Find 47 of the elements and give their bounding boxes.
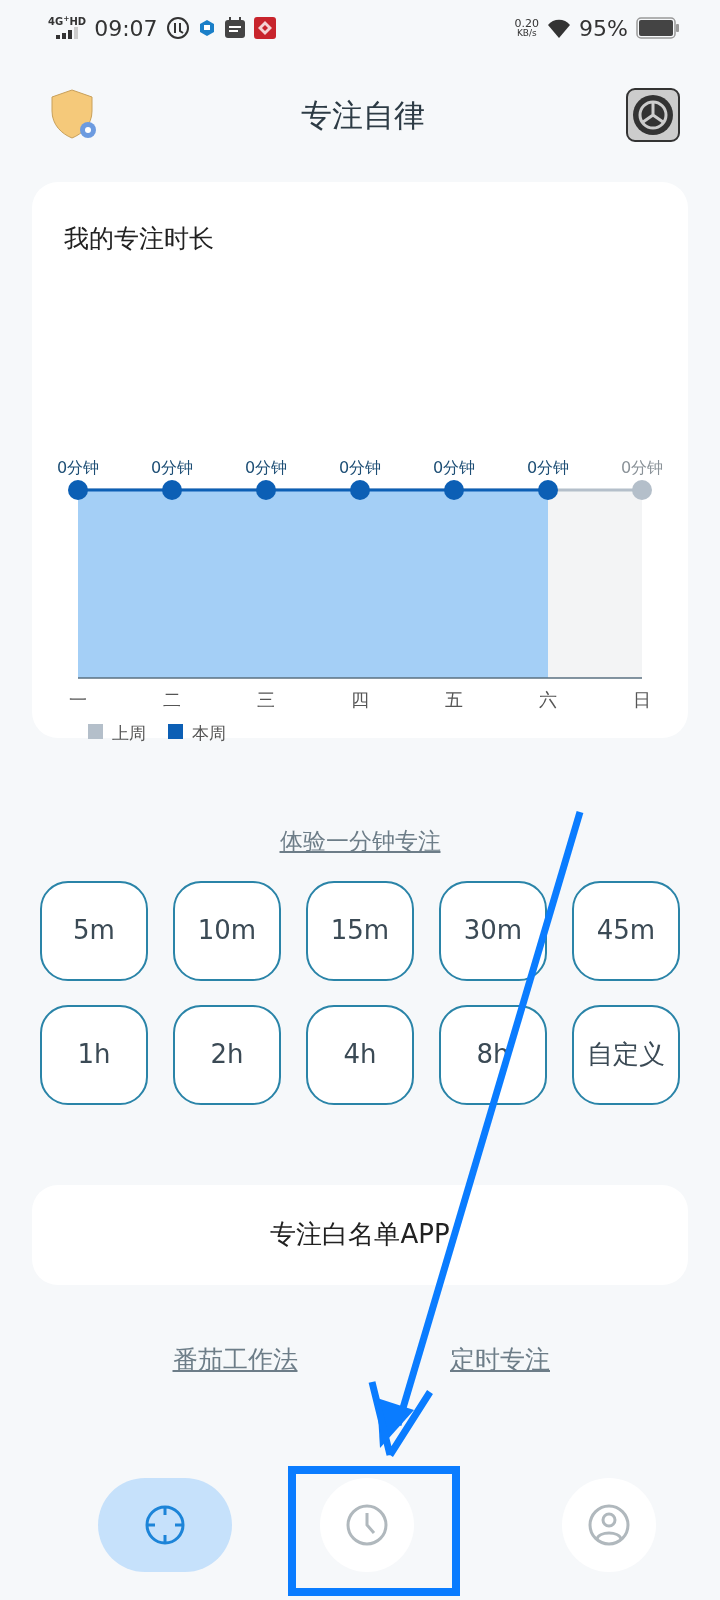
axis-label: 二 bbox=[163, 688, 181, 710]
axis-label: 三 bbox=[257, 688, 275, 710]
axis-label: 四 bbox=[351, 688, 369, 710]
trial-link[interactable]: 体验一分钟专注 bbox=[279, 828, 441, 854]
network-label: 4G$^{+}$HD bbox=[48, 17, 87, 27]
battery-icon bbox=[636, 17, 680, 39]
value-label: 0分钟 bbox=[338, 457, 382, 477]
duration-button[interactable]: 45m bbox=[572, 880, 680, 981]
value-label: 0分钟 bbox=[620, 457, 664, 477]
duration-button[interactable]: 5m bbox=[40, 880, 148, 981]
signal-icon bbox=[54, 27, 81, 39]
duration-button[interactable]: 1h bbox=[40, 1004, 148, 1105]
axis-label: 五 bbox=[445, 688, 463, 710]
axis-label: 六 bbox=[539, 688, 557, 710]
axis-label: 日 bbox=[633, 688, 651, 710]
settings-icon[interactable] bbox=[626, 88, 680, 142]
value-label: 0分钟 bbox=[432, 457, 476, 477]
person-icon bbox=[587, 1503, 631, 1547]
value-label: 0分钟 bbox=[244, 457, 288, 477]
whitelist-button[interactable]: 专注白名单APP bbox=[32, 1184, 688, 1285]
value-label: 0分钟 bbox=[56, 457, 100, 477]
pomodoro-link[interactable]: 番茄工作法 bbox=[150, 1340, 320, 1378]
battery-percent: 95% bbox=[579, 14, 628, 43]
duration-button[interactable]: 自定义 bbox=[572, 1004, 680, 1105]
timer-link[interactable]: 定时专注 bbox=[420, 1340, 580, 1378]
clock-time: 09:07 bbox=[94, 14, 158, 43]
duration-button[interactable]: 2h bbox=[173, 1004, 281, 1105]
value-label: 0分钟 bbox=[526, 457, 570, 477]
legend-label: 上周 bbox=[112, 722, 146, 742]
axis-label: 一 bbox=[69, 688, 87, 710]
value-label: 0分钟 bbox=[150, 457, 194, 477]
cube-icon bbox=[197, 18, 216, 38]
card-title: 我的专注时长 bbox=[63, 223, 215, 255]
wifi-icon bbox=[547, 17, 572, 39]
duration-button[interactable]: 15m bbox=[306, 880, 414, 981]
clock-icon bbox=[345, 1503, 389, 1547]
legend-label: 本周 bbox=[192, 722, 226, 742]
calendar-icon bbox=[223, 17, 246, 39]
speed-value: 0.20 bbox=[514, 18, 540, 29]
duration-button[interactable]: 10m bbox=[173, 880, 281, 981]
crosshair-icon bbox=[143, 1503, 187, 1547]
app-icon bbox=[253, 17, 276, 39]
duration-button[interactable]: 4h bbox=[306, 1004, 414, 1105]
circle-icon bbox=[165, 16, 190, 40]
duration-button[interactable]: 30m bbox=[439, 880, 547, 981]
speed-unit: KB/s bbox=[516, 29, 537, 38]
page-title: 专注自律 bbox=[301, 95, 425, 135]
